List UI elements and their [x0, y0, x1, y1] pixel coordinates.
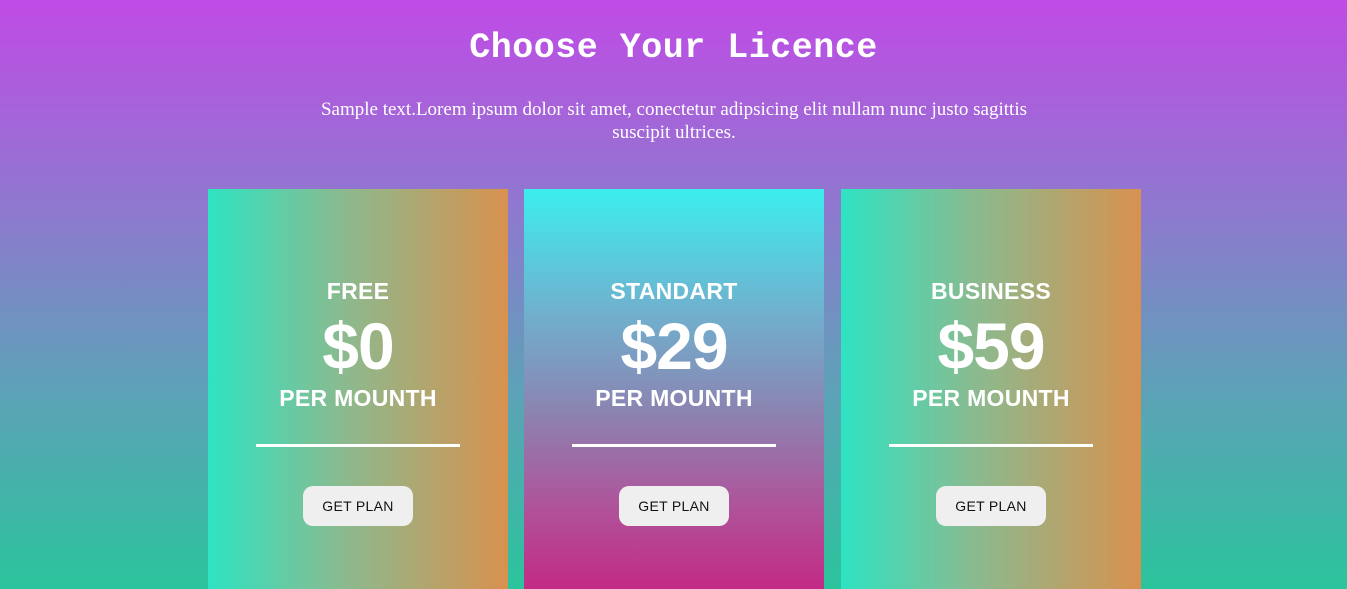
- pricing-card-free: FREE $0 PER MOUNTH GET PLAN: [208, 189, 508, 589]
- plan-price: $0: [322, 309, 394, 383]
- get-plan-button-business[interactable]: GET PLAN: [936, 486, 1046, 526]
- page-subtitle: Sample text.Lorem ipsum dolor sit amet, …: [320, 99, 1028, 143]
- plan-period: PER MOUNTH: [595, 385, 753, 411]
- plan-name: STANDART: [610, 278, 738, 304]
- plan-divider: [572, 444, 776, 447]
- plan-price: $29: [620, 309, 728, 383]
- plan-period: PER MOUNTH: [912, 385, 1070, 411]
- plan-name: BUSINESS: [931, 278, 1051, 304]
- page-title: Choose Your Licence: [469, 28, 878, 68]
- get-plan-button-free[interactable]: GET PLAN: [303, 486, 413, 526]
- get-plan-button-standart[interactable]: GET PLAN: [619, 486, 729, 526]
- pricing-card-standart: STANDART $29 PER MOUNTH GET PLAN: [524, 189, 824, 589]
- plan-period: PER MOUNTH: [279, 385, 437, 411]
- plan-name: FREE: [326, 278, 390, 304]
- plan-divider: [256, 444, 460, 447]
- plan-divider: [889, 444, 1093, 447]
- pricing-card-business: BUSINESS $59 PER MOUNTH GET PLAN: [841, 189, 1141, 589]
- plan-price: $59: [937, 309, 1045, 383]
